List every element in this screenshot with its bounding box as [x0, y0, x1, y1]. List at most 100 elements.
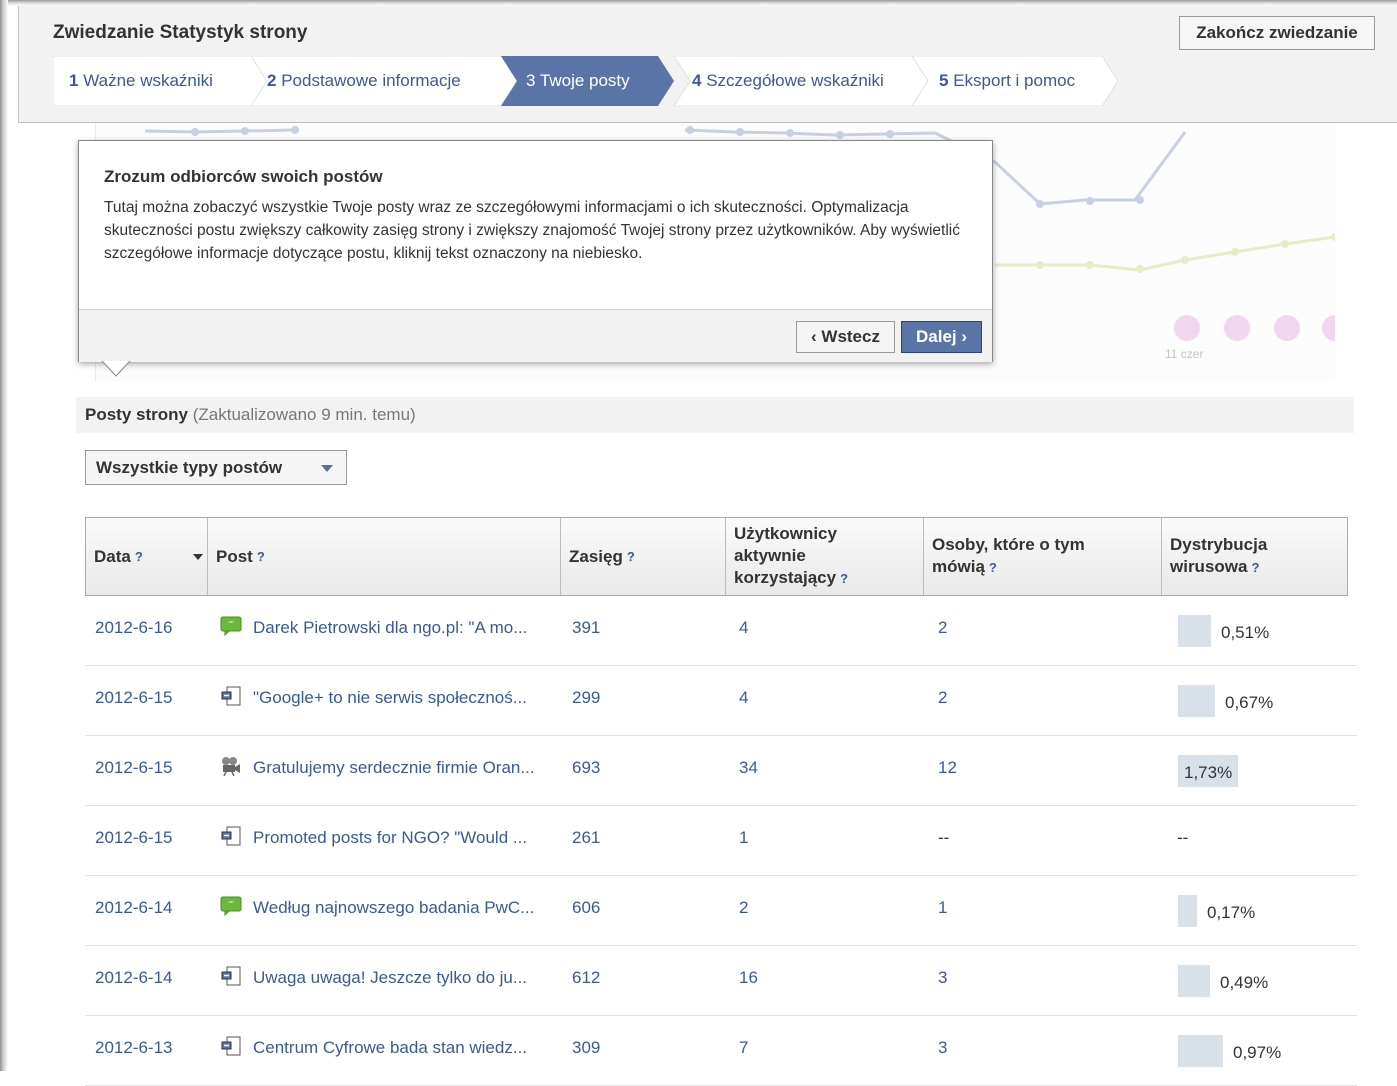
talking-about-link[interactable]: 2 — [938, 688, 947, 708]
reach-link[interactable]: 606 — [572, 898, 600, 918]
reach-link[interactable]: 693 — [572, 758, 600, 778]
engaged-users-link[interactable]: 34 — [739, 758, 758, 778]
post-date-link[interactable]: 2012-6-14 — [95, 968, 173, 988]
chart-point — [241, 127, 249, 135]
column-talking-text: Osoby, które o tym mówią — [932, 535, 1085, 576]
table-row: 2012-6-14 Uwaga uwaga! Jeszcze tylko do … — [85, 946, 1357, 1016]
help-icon[interactable]: ? — [257, 546, 265, 568]
engaged-users-link[interactable]: 16 — [739, 968, 758, 988]
chart-point — [1231, 248, 1239, 256]
post-date-link[interactable]: 2012-6-15 — [95, 828, 173, 848]
step-number: 3 — [526, 71, 536, 90]
chart-point — [1086, 197, 1094, 205]
column-header-date[interactable]: Data? — [86, 518, 208, 595]
chart-point — [1086, 261, 1094, 269]
viral-distribution-value: 1,73% — [1184, 763, 1233, 782]
help-icon[interactable]: ? — [135, 546, 143, 568]
tour-step-4[interactable]: 4 Szczegółowe wskaźniki — [674, 56, 939, 106]
step-label: Eksport i pomoc — [953, 71, 1076, 90]
post-date-link[interactable]: 2012-6-14 — [95, 898, 173, 918]
chart-point — [1036, 200, 1044, 208]
popover-arrow-icon — [101, 360, 131, 377]
post-link[interactable]: Darek Pietrowski dla ngo.pl: "A mo... — [253, 618, 553, 638]
chart-point — [736, 128, 744, 136]
talking-about-link[interactable]: 3 — [938, 968, 947, 988]
engaged-users-link[interactable]: 4 — [739, 618, 748, 638]
post-date-link[interactable]: 2012-6-15 — [95, 688, 173, 708]
chart-x-tick: 11 czer — [1165, 347, 1203, 361]
post-link[interactable]: Promoted posts for NGO? "Would ... — [253, 828, 553, 848]
viral-distribution-value: 0,17% — [1207, 903, 1256, 922]
column-date-label: Data — [94, 546, 131, 566]
reach-link[interactable]: 612 — [572, 968, 600, 988]
back-button[interactable]: ‹ Wstecz — [796, 321, 895, 353]
chart-point — [291, 126, 299, 134]
post-date-link[interactable]: 2012-6-16 — [95, 618, 173, 638]
post-type-filter-dropdown[interactable]: Wszystkie typy postów — [85, 450, 347, 485]
next-button[interactable]: Dalej › — [901, 321, 982, 353]
step-number: 2 — [267, 71, 277, 90]
tour-step-1[interactable]: 1 Ważne wskaźniki — [53, 56, 273, 106]
post-date-link[interactable]: 2012-6-13 — [95, 1038, 173, 1058]
engaged-users-link[interactable]: 4 — [739, 688, 748, 708]
chart-series-1-left — [144, 128, 296, 134]
talking-about-link[interactable]: 2 — [938, 618, 947, 638]
reach-link[interactable]: 299 — [572, 688, 600, 708]
end-tour-button[interactable]: Zakończ zwiedzanie — [1179, 16, 1375, 50]
svg-text:“”: “” — [228, 620, 234, 629]
viral-distribution-value: 0,67% — [1225, 693, 1274, 712]
column-header-talking[interactable]: Osoby, które o tym mówią? — [924, 518, 1162, 595]
tour-step-5[interactable]: 5 Eksport i pomoc — [912, 56, 1122, 106]
reach-link[interactable]: 391 — [572, 618, 600, 638]
table-row: 2012-6-15 "Google+ to nie serwis społecz… — [85, 666, 1357, 736]
help-icon[interactable]: ? — [840, 571, 848, 586]
chart-bubble — [1224, 315, 1250, 341]
help-icon[interactable]: ? — [627, 546, 635, 568]
chart-point — [191, 128, 199, 136]
column-header-post[interactable]: Post? — [208, 518, 561, 595]
engaged-users-link[interactable]: 2 — [739, 898, 748, 918]
table-row: 2012-6-13 Centrum Cyfrowe bada stan wied… — [85, 1016, 1357, 1086]
column-viral-label: Dystrybucja wirusowa? — [1170, 534, 1290, 579]
engaged-users-link[interactable]: 7 — [739, 1038, 748, 1058]
viral-distribution-bar — [1178, 965, 1210, 997]
sort-desc-icon[interactable] — [193, 554, 203, 560]
talking-about-link[interactable]: 3 — [938, 1038, 947, 1058]
viral-distribution-value: 0,97% — [1233, 1043, 1282, 1062]
chart-point — [1136, 196, 1144, 204]
reach-link[interactable]: 261 — [572, 828, 600, 848]
link-icon — [220, 826, 242, 846]
help-icon[interactable]: ? — [989, 560, 997, 575]
viral-distribution-value: 0,49% — [1220, 973, 1269, 992]
post-link[interactable]: Uwaga uwaga! Jeszcze tylko do ju... — [253, 968, 553, 988]
column-header-viral[interactable]: Dystrybucja wirusowa? — [1162, 518, 1347, 595]
table-row: 2012-6-15 Gratulujemy serdecznie firmie … — [85, 736, 1357, 806]
popover-footer: ‹ Wstecz Dalej › — [79, 309, 992, 362]
post-link[interactable]: Według najnowszego badania PwC... — [253, 898, 553, 918]
column-header-reach[interactable]: Zasięg? — [561, 518, 726, 595]
table-row: 2012-6-15 Promoted posts for NGO? "Would… — [85, 806, 1357, 876]
posts-updated: (Zaktualizowano 9 min. temu) — [192, 405, 416, 424]
step-label: Ważne wskaźniki — [83, 71, 213, 90]
tour-step-3[interactable]: 3 Twoje posty — [501, 56, 681, 106]
viral-distribution-value: -- — [1177, 828, 1189, 847]
chart-point — [836, 131, 844, 139]
post-link[interactable]: "Google+ to nie serwis społecznoś... — [253, 688, 553, 708]
talking-about-link[interactable]: 1 — [938, 898, 947, 918]
posts-section-header: Posty strony (Zaktualizowano 9 min. temu… — [76, 397, 1354, 433]
talking-about-link[interactable]: 12 — [938, 758, 957, 778]
post-link[interactable]: Gratulujemy serdecznie firmie Oran... — [253, 758, 553, 778]
help-icon[interactable]: ? — [1251, 560, 1259, 575]
column-header-engaged[interactable]: Użytkownicy aktywnie korzystający? — [726, 518, 924, 595]
post-link[interactable]: Centrum Cyfrowe bada stan wiedz... — [253, 1038, 553, 1058]
status-icon: “” — [220, 896, 242, 917]
tour-step-2[interactable]: 2 Podstawowe informacje — [251, 56, 526, 106]
column-engaged-label: Użytkownicy aktywnie korzystający? — [734, 523, 874, 590]
video-icon — [220, 756, 242, 777]
svg-text:“”: “” — [228, 900, 234, 909]
post-date-link[interactable]: 2012-6-15 — [95, 758, 173, 778]
engaged-users-link[interactable]: 1 — [739, 828, 748, 848]
posts-title-label: Posty strony — [85, 405, 188, 424]
chart-point — [1036, 261, 1044, 269]
reach-link[interactable]: 309 — [572, 1038, 600, 1058]
